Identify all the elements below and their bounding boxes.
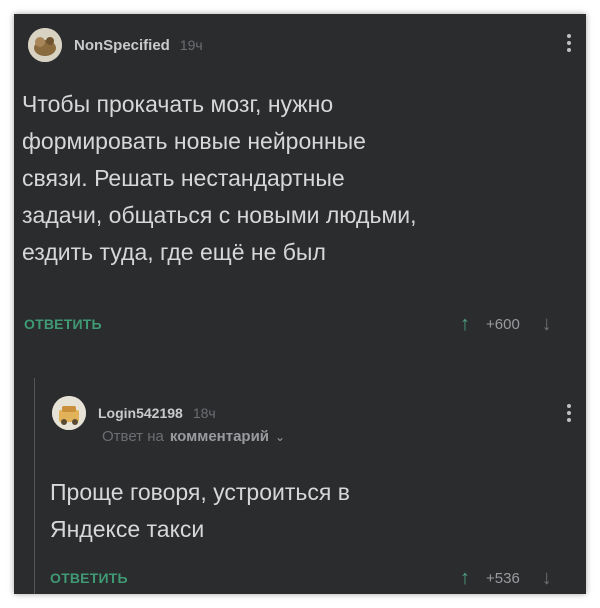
comment1-time: 19ч bbox=[179, 37, 203, 53]
comment2-text-line: Яндексе такси bbox=[50, 516, 205, 542]
comment1-text-line: ездить туда, где ещё не был bbox=[22, 239, 326, 265]
avatar[interactable] bbox=[52, 396, 86, 430]
comment2-text-line: Проще говоря, устроиться в bbox=[50, 479, 350, 505]
comment1-header: NonSpecified 19ч bbox=[28, 28, 203, 62]
reply-to-prefix: Ответ на bbox=[102, 428, 164, 445]
downvote-icon[interactable]: ↓ bbox=[542, 567, 552, 590]
comment2-time: 18ч bbox=[192, 405, 216, 421]
comment1-text: Чтобы прокачать мозг, нужно формировать … bbox=[22, 86, 578, 271]
comment2-reply-button[interactable]: ОТВЕТИТЬ bbox=[50, 570, 128, 586]
thread-line bbox=[34, 378, 35, 594]
comment2-score: +536 bbox=[486, 570, 520, 587]
comment1-text-line: связи. Решать нестандартные bbox=[22, 165, 345, 191]
avatar[interactable] bbox=[28, 28, 62, 62]
avatar-image-icon bbox=[52, 396, 86, 430]
comment1-text-line: формировать новые нейронные bbox=[22, 128, 366, 154]
comment1-score: +600 bbox=[486, 316, 520, 333]
downvote-icon[interactable]: ↓ bbox=[542, 313, 552, 336]
comment2-reply-to: Ответ на комментарий ⌄ bbox=[102, 428, 285, 445]
comment1-text-line: Чтобы прокачать мозг, нужно bbox=[22, 91, 334, 117]
screenshot-frame: NonSpecified 19ч Чтобы прокачать мозг, н… bbox=[14, 14, 586, 594]
comment1-username[interactable]: NonSpecified bbox=[74, 37, 170, 54]
upvote-icon[interactable]: ↑ bbox=[460, 567, 470, 590]
comment2-header: Login542198 18ч bbox=[52, 396, 216, 430]
avatar-image-icon bbox=[28, 28, 62, 62]
comment2-text: Проще говоря, устроиться в Яндексе такси bbox=[50, 474, 570, 548]
reply-to-link[interactable]: комментарий bbox=[170, 428, 269, 445]
chevron-down-icon[interactable]: ⌄ bbox=[275, 430, 285, 444]
comment1-vote: ↑ +600 ↓ bbox=[460, 313, 552, 336]
more-options-icon[interactable] bbox=[566, 404, 572, 422]
upvote-icon[interactable]: ↑ bbox=[460, 313, 470, 336]
comment1-text-line: задачи, общаться с новыми людьми, bbox=[22, 202, 417, 228]
more-options-icon[interactable] bbox=[566, 34, 572, 52]
comment1-reply-button[interactable]: ОТВЕТИТЬ bbox=[24, 316, 102, 332]
comment2-vote: ↑ +536 ↓ bbox=[460, 567, 552, 590]
comment2-username[interactable]: Login542198 bbox=[98, 405, 183, 421]
